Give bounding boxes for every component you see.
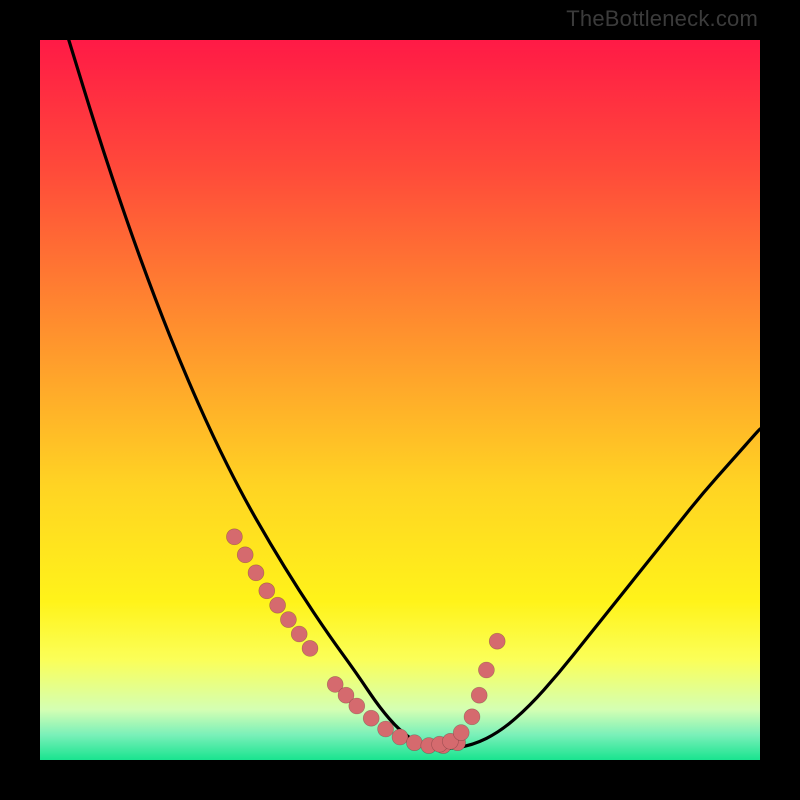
chart-stage: TheBottleneck.com [0,0,800,800]
marker-dot [226,529,242,545]
marker-dot [478,662,494,678]
watermark-text: TheBottleneck.com [566,6,758,32]
marker-dot [392,729,408,745]
marker-dot [464,709,480,725]
marker-dot [248,565,264,581]
marker-dot [453,725,469,741]
bottleneck-curve [69,40,760,748]
plot-area [40,40,760,760]
marker-dot [302,640,318,656]
marker-dot [363,710,379,726]
marker-dot [270,597,286,613]
marker-dot [259,583,275,599]
marker-dot [471,687,487,703]
marker-group [226,529,505,754]
marker-dot [237,547,253,563]
marker-dot [406,735,422,751]
marker-dot [349,698,365,714]
marker-dot [378,721,394,737]
bottleneck-curve-svg [40,40,760,760]
marker-dot [489,633,505,649]
marker-dot [291,626,307,642]
marker-dot [280,612,296,628]
